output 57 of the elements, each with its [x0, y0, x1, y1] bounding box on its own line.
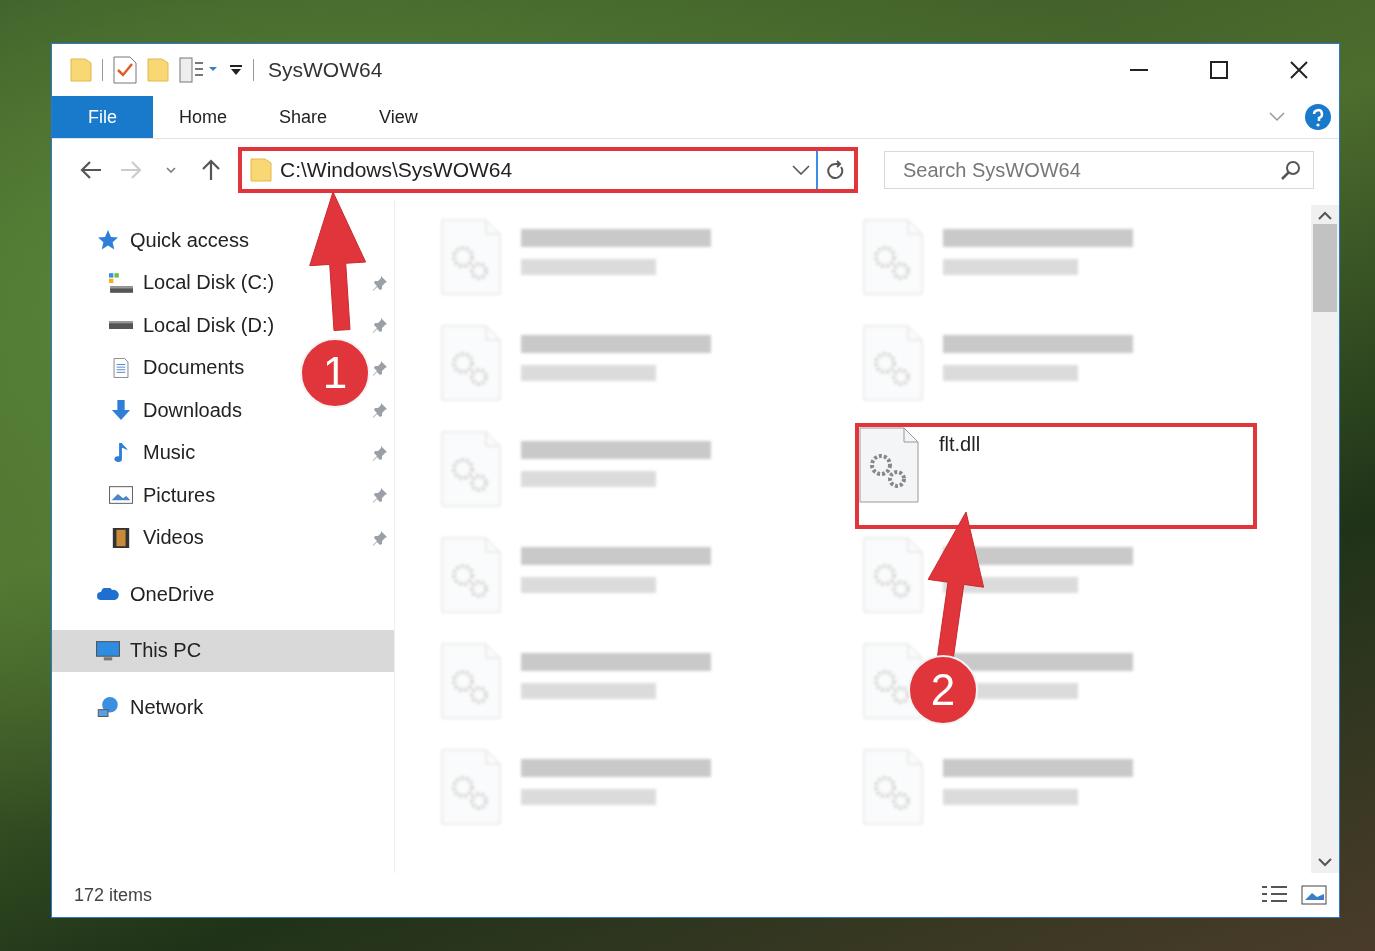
pin-icon[interactable] [372, 274, 388, 291]
drive-icon [109, 321, 133, 330]
nav-item[interactable]: Pictures [109, 483, 216, 507]
up-arrow-icon[interactable] [202, 159, 220, 181]
star-icon [96, 230, 120, 251]
nav-item[interactable]: Music [109, 441, 196, 465]
address-bar[interactable]: C:\Windows\SysWOW64 [238, 147, 858, 193]
refresh-icon[interactable] [827, 160, 845, 180]
ribbon-tab[interactable]: Home [153, 96, 254, 138]
ribbon-tab[interactable]: File [52, 96, 153, 138]
search-icon[interactable] [1281, 160, 1301, 180]
item-count: 172 items [74, 884, 153, 906]
back-arrow-icon[interactable] [80, 161, 102, 179]
pin-icon[interactable] [372, 402, 388, 419]
help-icon[interactable] [1305, 104, 1331, 130]
file-item[interactable]: flt.dll [855, 423, 1257, 529]
address-path: C:\Windows\SysWOW64 [280, 158, 513, 182]
nav-item[interactable]: Local Disk (C:) [109, 271, 275, 295]
large-icons-view-icon[interactable] [1301, 884, 1327, 906]
ribbon-tab[interactable]: Share [253, 96, 354, 138]
properties-icon[interactable] [113, 56, 137, 84]
ribbon-tab[interactable]: View [353, 96, 444, 138]
pin-icon[interactable] [372, 317, 388, 334]
scroll-up-icon[interactable] [1318, 211, 1332, 220]
nav-item[interactable]: Downloads [109, 398, 242, 422]
nav-item[interactable]: OneDrive [52, 573, 394, 616]
scroll-thumb[interactable] [1313, 224, 1337, 312]
pin-icon[interactable] [372, 359, 388, 376]
chevron-down-icon[interactable] [792, 165, 810, 175]
customize-caret-icon[interactable] [229, 64, 243, 76]
picture-icon [109, 485, 133, 506]
nav-item[interactable]: Videos [109, 526, 204, 550]
nav-item[interactable]: This PC [52, 629, 394, 672]
cloud-icon [96, 588, 120, 601]
scroll-down-icon[interactable] [1318, 858, 1332, 867]
nav-item[interactable]: Quick access [52, 219, 394, 262]
search-input[interactable]: Search SysWOW64 [901, 157, 1281, 183]
nav-item[interactable]: Documents [109, 356, 245, 380]
folder-icon [250, 158, 272, 182]
layout-icon[interactable] [179, 57, 219, 83]
chevron-down-icon[interactable] [166, 167, 176, 173]
scrollbar[interactable] [1311, 205, 1339, 873]
gear-file-icon [859, 427, 919, 503]
window-title: SysWOW64 [268, 58, 383, 82]
pin-icon[interactable] [372, 487, 388, 504]
search-field[interactable]: Search SysWOW64 [884, 151, 1314, 189]
network-globe-icon [96, 697, 120, 718]
drive-icon [109, 272, 133, 293]
nav-item[interactable]: Local Disk (D:) [109, 313, 275, 337]
download-arrow-icon [109, 400, 133, 421]
monitor-icon [96, 640, 120, 661]
pin-icon[interactable] [372, 529, 388, 546]
nav-item[interactable]: Network [52, 686, 394, 729]
file-name: flt.dll [939, 433, 981, 457]
close-icon[interactable] [1290, 61, 1308, 79]
maximize-icon[interactable] [1210, 61, 1228, 79]
pin-icon[interactable] [372, 444, 388, 461]
